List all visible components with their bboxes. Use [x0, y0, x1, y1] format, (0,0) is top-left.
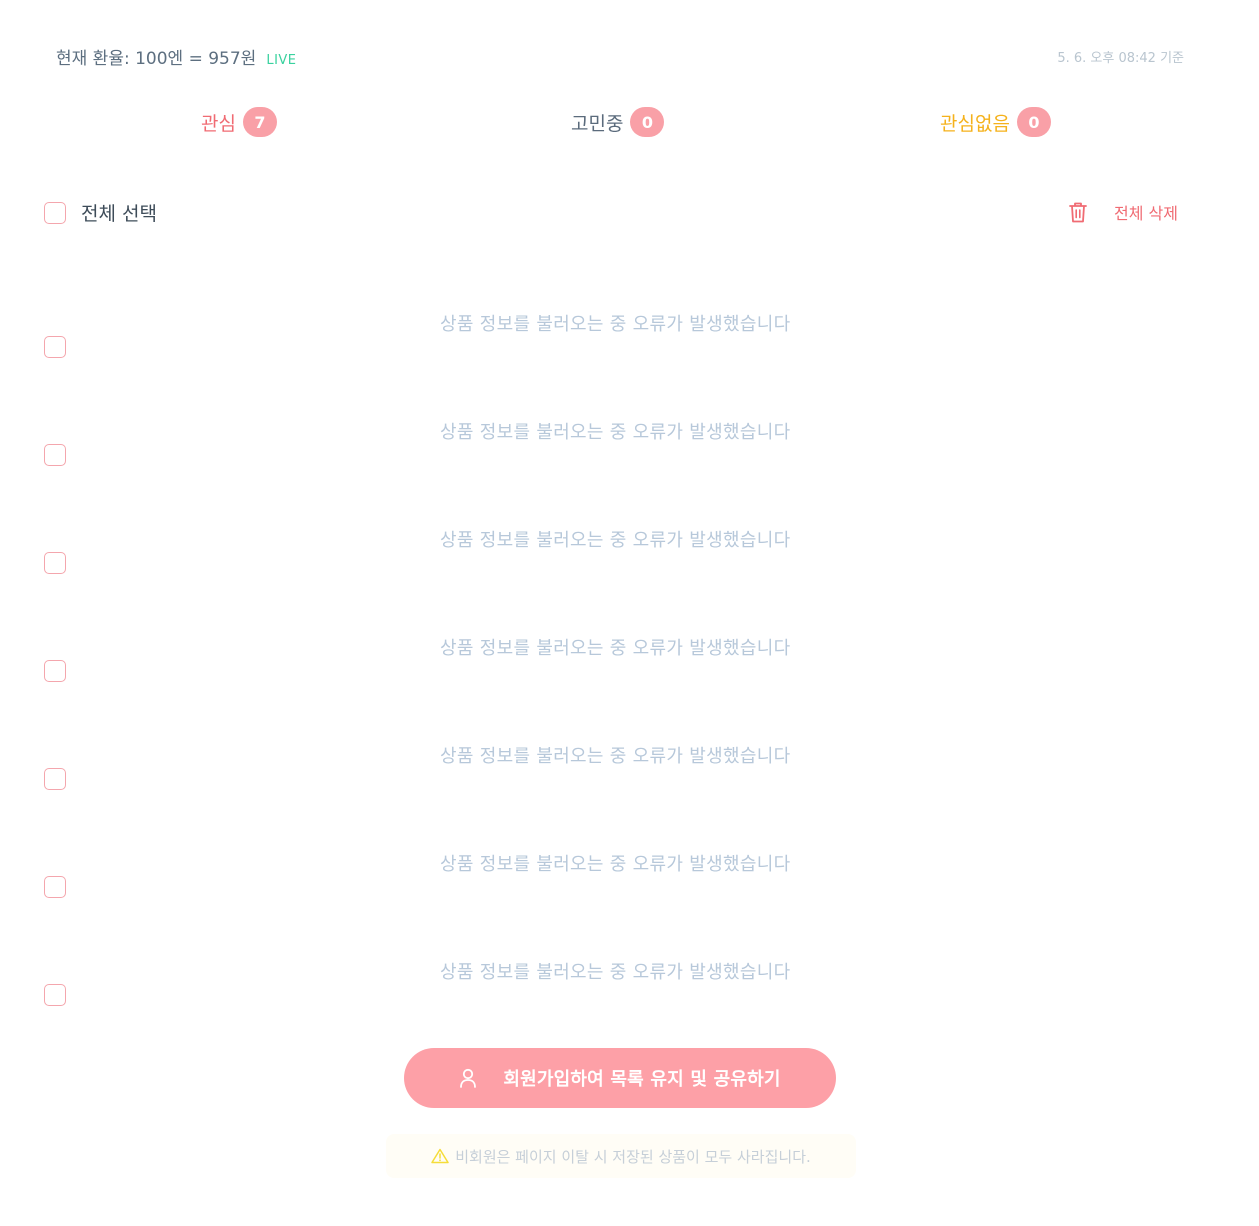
list-item: 상품 정보를 불러오는 중 오류가 발생했습니다 [0, 844, 1259, 924]
item-checkbox[interactable] [44, 876, 66, 898]
user-icon [460, 1068, 477, 1088]
updated-timestamp: 5. 6. 오후 08:42 기준 [1057, 51, 1184, 66]
item-checkbox[interactable] [44, 660, 66, 682]
item-checkbox[interactable] [44, 768, 66, 790]
tab-not-interested[interactable]: 관심없음 0 [940, 104, 1051, 140]
list-item: 상품 정보를 불러오는 중 오류가 발생했습니다 [0, 520, 1259, 600]
delete-all-button[interactable]: 전체 삭제 [1067, 200, 1178, 224]
signup-button[interactable]: 회원가입하여 목록 유지 및 공유하기 [404, 1048, 836, 1108]
list-item: 상품 정보를 불러오는 중 오류가 발생했습니다 [0, 628, 1259, 708]
warning-triangle-icon [431, 1148, 449, 1164]
tab-not-interested-count: 0 [1016, 107, 1051, 137]
category-tabs: 관심 7 고민중 0 관심없음 0 [0, 104, 1259, 140]
exchange-rate-text: 현재 환율: 100엔 = 957원 [56, 49, 257, 69]
exchange-rate-bar: 현재 환율: 100엔 = 957원 LIVE 5. 6. 오후 08:42 기준 [56, 42, 1184, 70]
tab-considering-count: 0 [630, 107, 665, 137]
signup-label: 회원가입하여 목록 유지 및 공유하기 [503, 1069, 781, 1090]
tab-considering[interactable]: 고민중 0 [571, 104, 665, 140]
item-error-message: 상품 정보를 불러오는 중 오류가 발생했습니다 [440, 422, 791, 443]
tab-interested-label: 관심 [201, 112, 236, 135]
item-checkbox[interactable] [44, 552, 66, 574]
guest-warning: 비회원은 페이지 이탈 시 저장된 상품이 모두 사라집니다. [386, 1134, 856, 1178]
list-item: 상품 정보를 불러오는 중 오류가 발생했습니다 [0, 736, 1259, 816]
item-error-message: 상품 정보를 불러오는 중 오류가 발생했습니다 [440, 638, 791, 659]
item-error-message: 상품 정보를 불러오는 중 오류가 발생했습니다 [440, 530, 791, 551]
item-checkbox[interactable] [44, 984, 66, 1006]
exchange-rate: 현재 환율: 100엔 = 957원 LIVE [56, 44, 297, 69]
selection-toolbar: 전체 선택 전체 삭제 [44, 196, 1180, 230]
tab-interested[interactable]: 관심 7 [201, 104, 277, 140]
item-error-message: 상품 정보를 불러오는 중 오류가 발생했습니다 [440, 962, 791, 983]
list-item: 상품 정보를 불러오는 중 오류가 발생했습니다 [0, 304, 1259, 384]
list-item: 상품 정보를 불러오는 중 오류가 발생했습니다 [0, 412, 1259, 492]
tab-interested-count: 7 [242, 107, 277, 137]
item-checkbox[interactable] [44, 444, 66, 466]
item-error-message: 상품 정보를 불러오는 중 오류가 발생했습니다 [440, 746, 791, 767]
list-item: 상품 정보를 불러오는 중 오류가 발생했습니다 [0, 952, 1259, 1032]
select-all-checkbox[interactable] [44, 202, 66, 224]
tab-not-interested-label: 관심없음 [940, 112, 1010, 135]
item-error-message: 상품 정보를 불러오는 중 오류가 발생했습니다 [440, 854, 791, 875]
delete-all-label: 전체 삭제 [1114, 204, 1178, 223]
item-checkbox[interactable] [44, 336, 66, 358]
warning-text: 비회원은 페이지 이탈 시 저장된 상품이 모두 사라집니다. [455, 1147, 811, 1166]
trash-icon [1069, 202, 1087, 223]
tab-considering-label: 고민중 [571, 112, 624, 135]
live-indicator: LIVE [266, 53, 297, 68]
select-all-label[interactable]: 전체 선택 [81, 199, 157, 226]
item-error-message: 상품 정보를 불러오는 중 오류가 발생했습니다 [440, 314, 791, 335]
